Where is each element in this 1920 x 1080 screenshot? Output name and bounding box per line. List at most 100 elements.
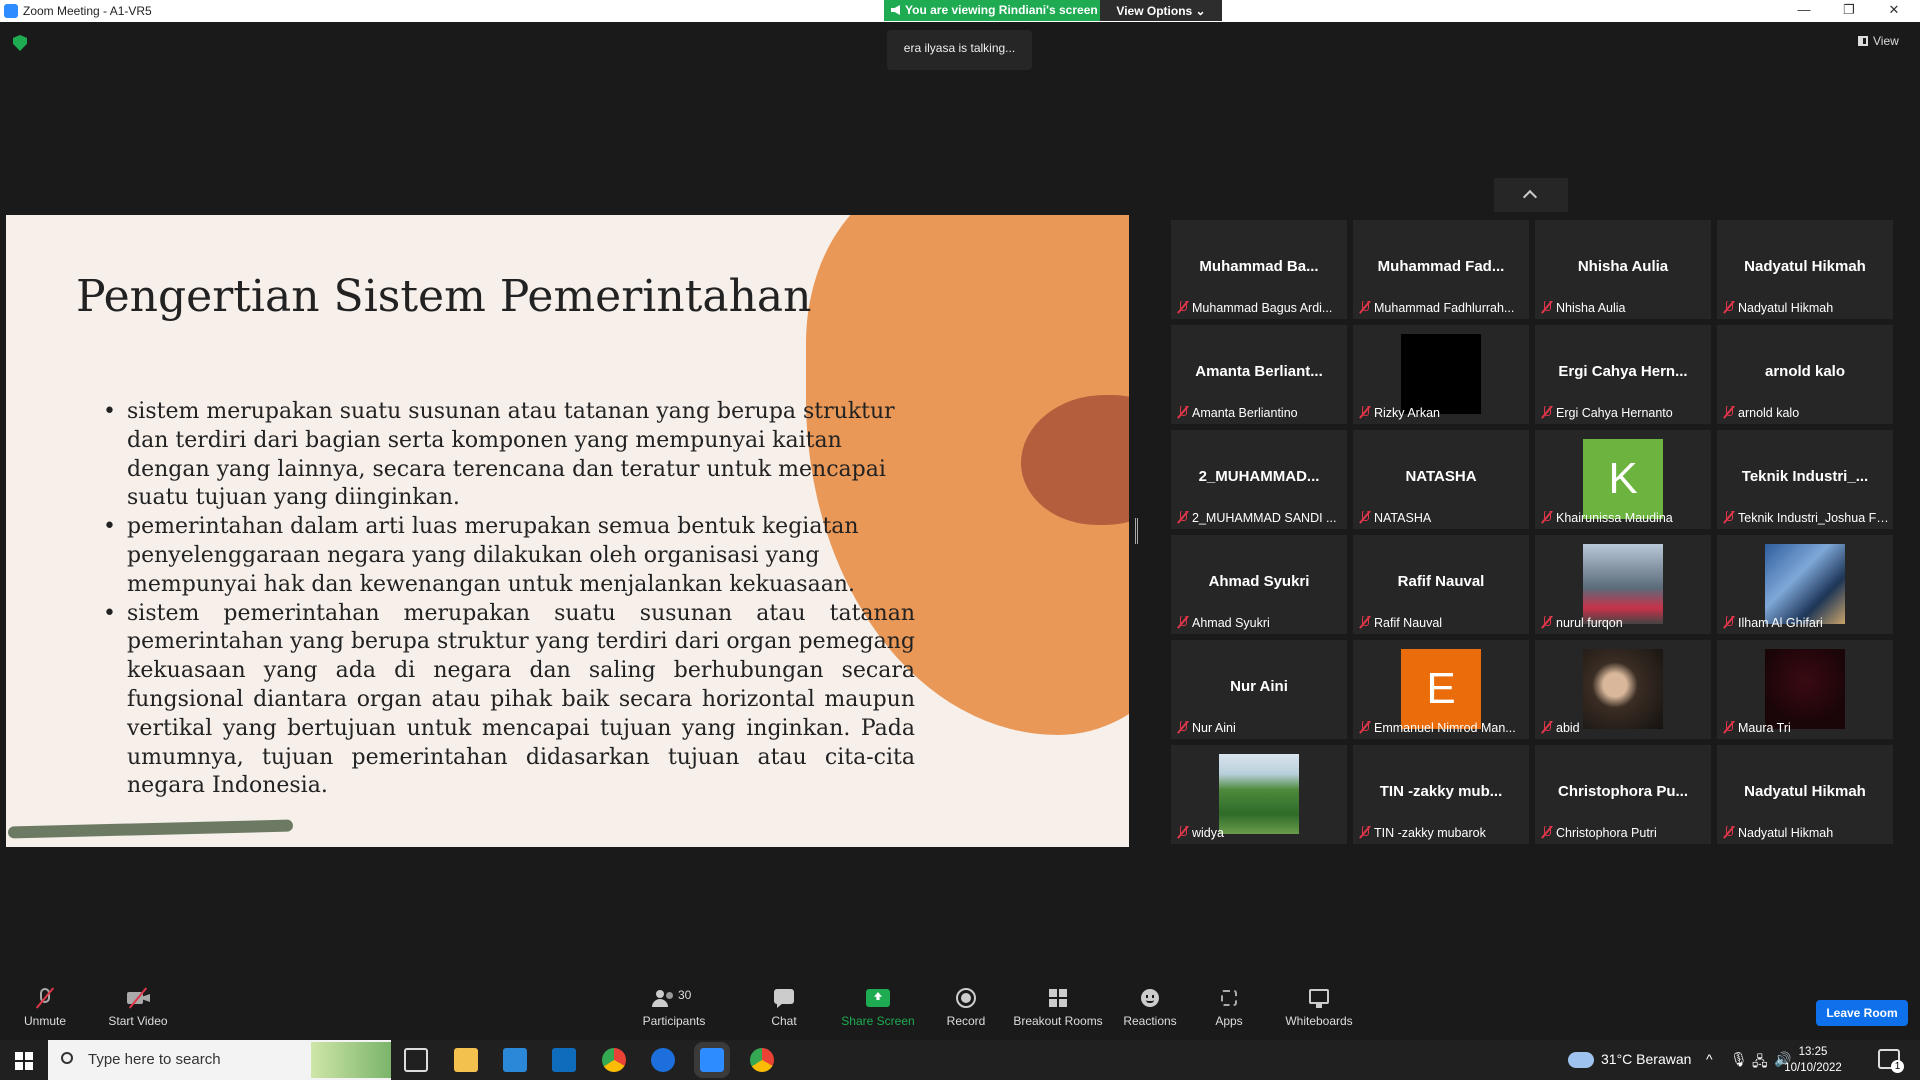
tray-overflow-chevron-icon[interactable]: ^ [1706,1051,1713,1067]
apps-button[interactable]: Apps [1208,978,1250,1040]
unmute-label: Unmute [23,1014,67,1028]
participant-video [1219,754,1299,834]
slide-bullet: sistem pemerintahan merupakan suatu susu… [103,600,915,802]
muted-mic-icon [1359,406,1371,419]
reactions-button[interactable]: Reactions [1118,978,1182,1040]
participant-display-name: TIN -zakky mub... [1379,783,1503,800]
participant-tile[interactable]: NATASHA NATASHA [1353,430,1529,529]
participant-video [1583,649,1663,729]
unmute-button[interactable]: Unmute [14,978,76,1040]
view-options-button[interactable]: View Options ⌄ [1100,0,1222,21]
restore-button[interactable]: ❐ [1829,2,1869,20]
leave-room-button[interactable]: Leave Room [1816,1000,1908,1026]
participant-tile[interactable]: K Khairunissa Maudina [1535,430,1711,529]
chat-label: Chat [771,1014,797,1028]
muted-mic-icon [1177,301,1189,314]
participant-name-label: Rizky Arkan [1359,406,1525,420]
record-button[interactable]: Record [942,978,990,1040]
minimize-button[interactable]: — [1784,2,1824,20]
participant-tile[interactable]: Ergi Cahya Hern... Ergi Cahya Hernanto [1535,325,1711,424]
file-explorer-icon[interactable] [454,1048,478,1072]
chrome-icon[interactable] [602,1048,626,1072]
participant-tile[interactable]: Ahmad Syukri Ahmad Syukri [1171,535,1347,634]
participant-tile[interactable]: Teknik Industri_... Teknik Industri_Joshu… [1717,430,1893,529]
slide-bullet: sistem merupakan suatu susunan atau tata… [103,398,915,513]
slide-bullet-list: sistem merupakan suatu susunan atau tata… [103,398,915,801]
participant-tile[interactable]: Amanta Berliant... Amanta Berliantino [1171,325,1347,424]
task-view-icon[interactable] [404,1048,428,1072]
notification-center-icon[interactable]: 1 [1878,1049,1904,1073]
participant-initial-avatar: K [1583,439,1663,519]
participant-tile[interactable]: Maura Tri [1717,640,1893,739]
participant-name-label: Christophora Putri [1541,826,1707,840]
whiteboards-button[interactable]: Whiteboards [1280,978,1358,1040]
participant-initial-avatar: E [1401,649,1481,729]
muted-mic-icon [1177,511,1189,524]
taskbar-clock[interactable]: 13:25 10/10/2022 [1778,1044,1848,1076]
participant-tile[interactable]: Nur Aini Nur Aini [1171,640,1347,739]
participant-tile[interactable]: 2_MUHAMMAD... 2_MUHAMMAD SANDI ... [1171,430,1347,529]
participant-display-name: Amanta Berliant... [1195,363,1323,380]
clock-date: 10/10/2022 [1784,1062,1842,1074]
start-video-button[interactable]: Start Video [104,978,172,1040]
participant-tile[interactable]: widya [1171,745,1347,844]
participant-tile[interactable]: Christophora Pu... Christophora Putri [1535,745,1711,844]
network-icon[interactable]: 🖧 [1752,1051,1768,1075]
record-label: Record [946,1014,986,1028]
participant-tile[interactable]: Nadyatul Hikmah Nadyatul Hikmah [1717,220,1893,319]
participant-tile[interactable]: Muhammad Fad... Muhammad Fadhlurrah... [1353,220,1529,319]
zoom-taskbar-icon[interactable] [694,1042,730,1078]
participant-display-name: NATASHA [1405,468,1477,485]
participants-button[interactable]: 30 Participants [634,978,714,1040]
search-icon [61,1052,73,1064]
breakout-rooms-button[interactable]: Breakout Rooms [1010,978,1106,1040]
teamviewer-icon[interactable] [651,1048,675,1072]
participant-tile[interactable]: nurul furqon [1535,535,1711,634]
muted-microphone-icon [33,987,57,1009]
mail-icon[interactable] [552,1048,576,1072]
whiteboard-icon [1307,988,1331,1008]
microsoft-store-icon[interactable] [503,1048,527,1072]
speaker-icon [891,5,900,15]
participant-display-name: Ergi Cahya Hern... [1558,363,1688,380]
encryption-shield-icon[interactable] [13,35,27,51]
participant-tile[interactable]: Nadyatul Hikmah Nadyatul Hikmah [1717,745,1893,844]
gallery-page-up-button[interactable] [1494,178,1568,212]
muted-mic-icon [1723,406,1735,419]
windows-start-icon[interactable] [15,1052,33,1070]
participant-tile[interactable]: Nhisha Aulia Nhisha Aulia [1535,220,1711,319]
participant-tile[interactable]: Muhammad Ba... Muhammad Bagus Ardi... [1171,220,1347,319]
share-screen-label: Share Screen [841,1014,915,1028]
participant-name-label: TIN -zakky mubarok [1359,826,1525,840]
split-resize-handle[interactable] [1135,518,1138,544]
close-button[interactable]: ✕ [1874,2,1914,20]
participant-display-name: Ahmad Syukri [1208,573,1310,590]
participant-tile[interactable]: Ilham Al Ghifari [1717,535,1893,634]
grid-view-icon [1858,36,1868,46]
muted-mic-icon [1541,826,1553,839]
muted-mic-icon [1723,301,1735,314]
participant-display-name: 2_MUHAMMAD... [1198,468,1320,485]
participant-tile[interactable]: Rafif Nauval Rafif Nauval [1353,535,1529,634]
participant-tile[interactable]: TIN -zakky mub... TIN -zakky mubarok [1353,745,1529,844]
muted-mic-icon [1541,301,1553,314]
participant-tile[interactable]: Rizky Arkan [1353,325,1529,424]
participant-display-name: Nhisha Aulia [1577,258,1669,275]
participant-name-label: Muhammad Fadhlurrah... [1359,301,1525,315]
participant-tile[interactable]: arnold kalo arnold kalo [1717,325,1893,424]
microphone-tray-icon[interactable]: 🎙 [1730,1051,1748,1068]
view-layout-button[interactable]: View [1858,34,1899,48]
weather-text[interactable]: 31°C Berawan [1601,1051,1691,1067]
muted-mic-icon [1177,721,1189,734]
chrome-profile-icon[interactable] [750,1048,774,1072]
muted-mic-icon [1723,616,1735,629]
chat-button[interactable]: Chat [764,978,804,1040]
participant-display-name: Christophora Pu... [1557,783,1688,800]
shared-screen-slide: Pengertian Sistem Pemerintahan sistem me… [6,215,1129,847]
participant-video [1401,334,1481,414]
taskbar-search-box[interactable]: Type here to search [48,1040,391,1080]
share-screen-button[interactable]: Share Screen [838,978,918,1040]
participant-tile[interactable]: E Emmanuel Nimrod Man... [1353,640,1529,739]
slide-decoration-stroke [7,819,294,839]
participant-tile[interactable]: abid [1535,640,1711,739]
